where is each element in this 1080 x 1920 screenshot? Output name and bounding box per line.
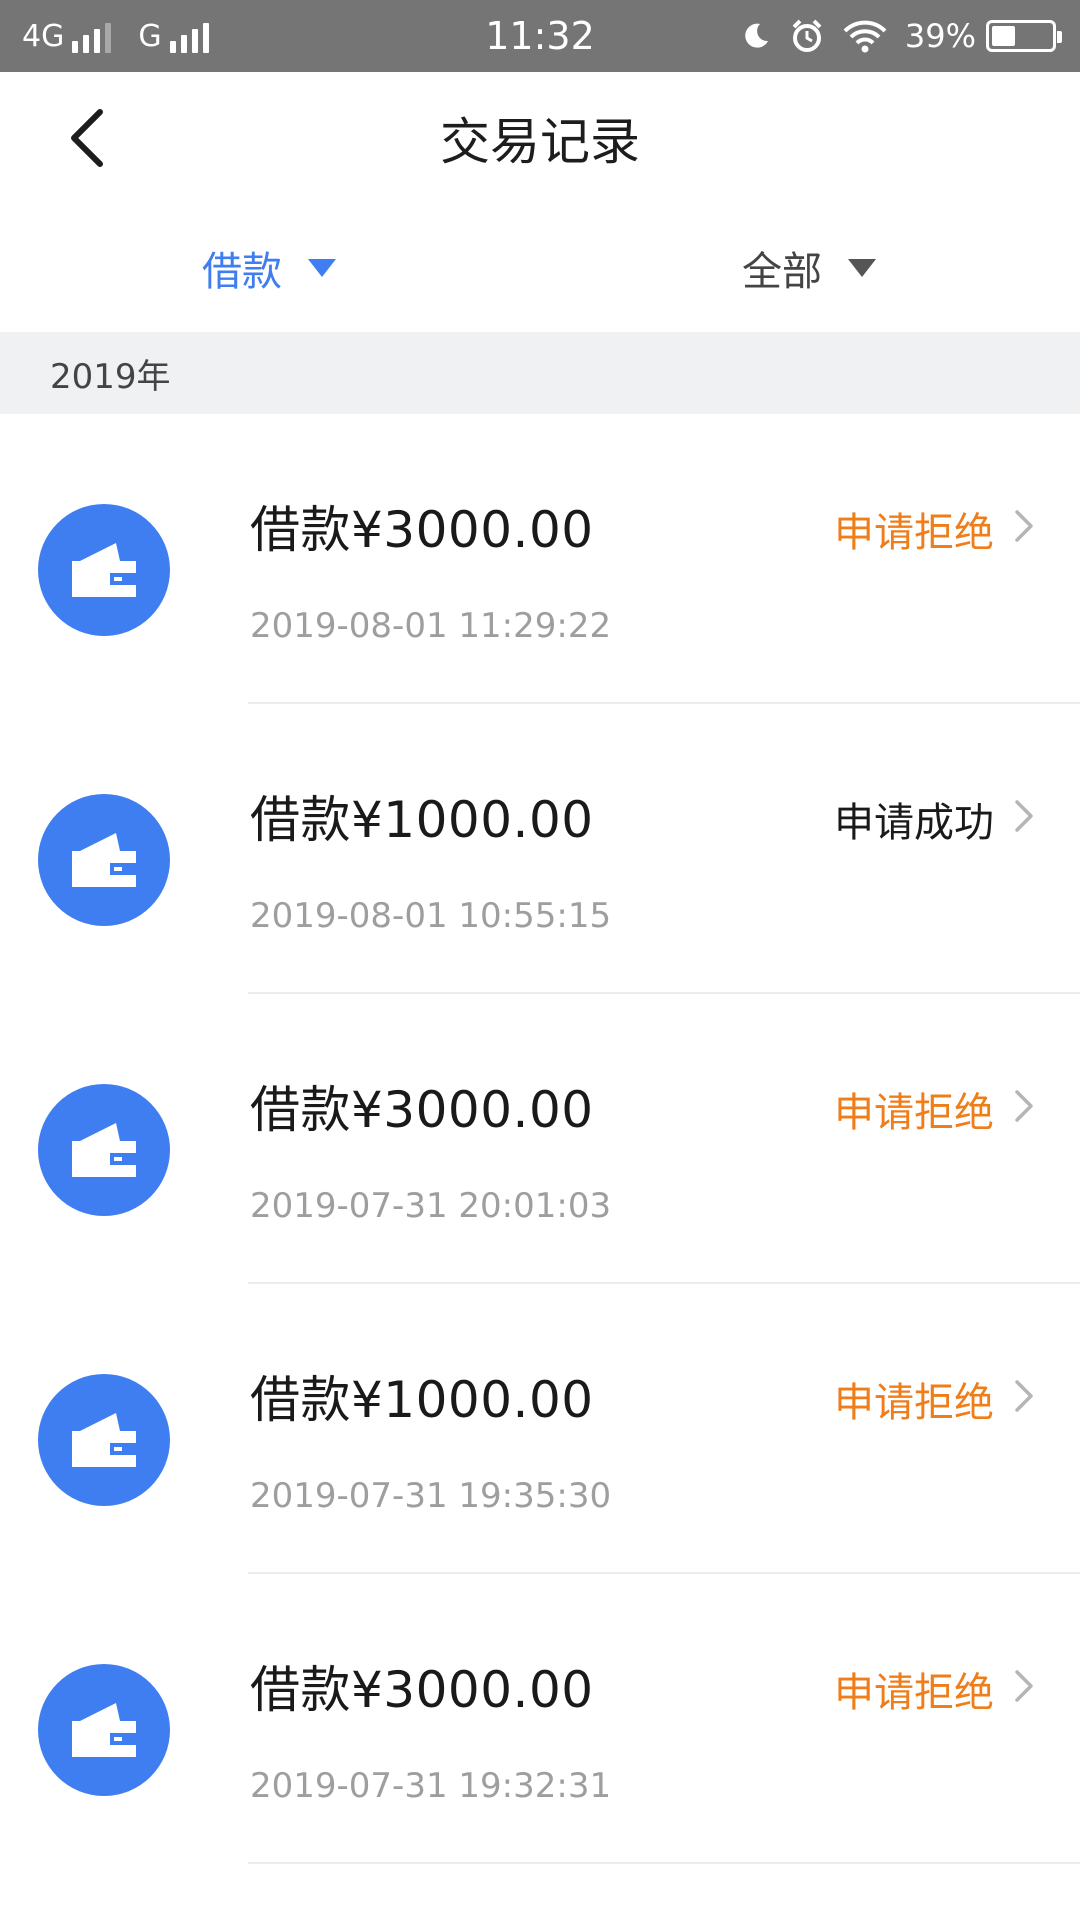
chevron-right-icon (1006, 1666, 1042, 1706)
wallet-icon (38, 1374, 170, 1506)
network-type-2: G (138, 18, 162, 54)
transaction-row[interactable]: 借款¥1000.00 2019-08-01 10:55:15 申请成功 (0, 704, 1080, 994)
nav-bar: 交易记录 (0, 72, 1080, 204)
battery-percent: 39% (904, 17, 976, 55)
caret-down-icon (308, 259, 336, 277)
transaction-status: 申请拒绝 (834, 1090, 994, 1136)
transaction-amount: 借款¥3000.00 (250, 501, 594, 559)
transaction-time: 2019-08-01 11:29:22 (250, 606, 612, 646)
year-section-header: 2019年 (0, 332, 1080, 414)
transaction-row[interactable]: 借款¥3000.00 2019-08-01 11:29:22 申请拒绝 (0, 414, 1080, 704)
status-filter-label: 全部 (742, 249, 822, 295)
signal-bars-1-icon (72, 19, 116, 53)
status-bar-indicators: 39% (723, 0, 1062, 72)
transaction-time: 2019-07-31 20:01:03 (250, 1186, 612, 1226)
transaction-amount: 借款¥1000.00 (250, 1371, 594, 1429)
transaction-status: 申请拒绝 (834, 1380, 994, 1426)
transaction-list: 借款¥3000.00 2019-08-01 11:29:22 申请拒绝 借款¥1… (0, 414, 1080, 1864)
status-bar-signal: 4G G (22, 0, 236, 72)
wallet-icon (38, 794, 170, 926)
transaction-status: 申请成功 (834, 800, 994, 846)
chevron-right-icon (1006, 1376, 1042, 1416)
moon-icon (741, 21, 771, 51)
transaction-row[interactable]: 借款¥3000.00 2019-07-31 20:01:03 申请拒绝 (0, 994, 1080, 1284)
battery-icon (986, 20, 1062, 52)
transaction-row[interactable]: 借款¥3000.00 2019-07-31 19:32:31 申请拒绝 (0, 1574, 1080, 1864)
transaction-time: 2019-07-31 19:35:30 (250, 1476, 612, 1516)
chevron-right-icon (1006, 1086, 1042, 1126)
transaction-status: 申请拒绝 (834, 510, 994, 556)
alarm-icon (789, 18, 825, 54)
transaction-time: 2019-07-31 19:32:31 (250, 1766, 612, 1806)
wallet-icon (38, 1084, 170, 1216)
transaction-time: 2019-08-01 10:55:15 (250, 896, 612, 936)
row-divider (248, 1862, 1080, 1864)
filter-bar: 借款 全部 (0, 204, 1080, 332)
transaction-status: 申请拒绝 (834, 1670, 994, 1716)
network-type-1: 4G (22, 18, 65, 54)
transaction-amount: 借款¥3000.00 (250, 1661, 594, 1719)
wifi-icon (843, 19, 887, 53)
transaction-amount: 借款¥3000.00 (250, 1081, 594, 1139)
status-bar: 4G G 11:32 39% (0, 0, 1080, 72)
chevron-right-icon (1006, 506, 1042, 546)
status-filter-dropdown[interactable]: 全部 (742, 204, 876, 332)
chevron-left-icon (71, 109, 103, 167)
transaction-amount: 借款¥1000.00 (250, 791, 594, 849)
battery-fill (992, 26, 1015, 46)
transaction-row[interactable]: 借款¥1000.00 2019-07-31 19:35:30 申请拒绝 (0, 1284, 1080, 1574)
type-filter-dropdown[interactable]: 借款 (202, 204, 336, 332)
year-label: 2019年 (50, 356, 171, 397)
caret-down-icon (848, 259, 876, 277)
wallet-icon (38, 1664, 170, 1796)
chevron-right-icon (1006, 796, 1042, 836)
signal-bars-2-icon (169, 19, 214, 53)
back-button[interactable] (50, 102, 122, 174)
type-filter-label: 借款 (202, 249, 282, 295)
page-title: 交易记录 (440, 113, 640, 171)
wallet-icon (38, 504, 170, 636)
